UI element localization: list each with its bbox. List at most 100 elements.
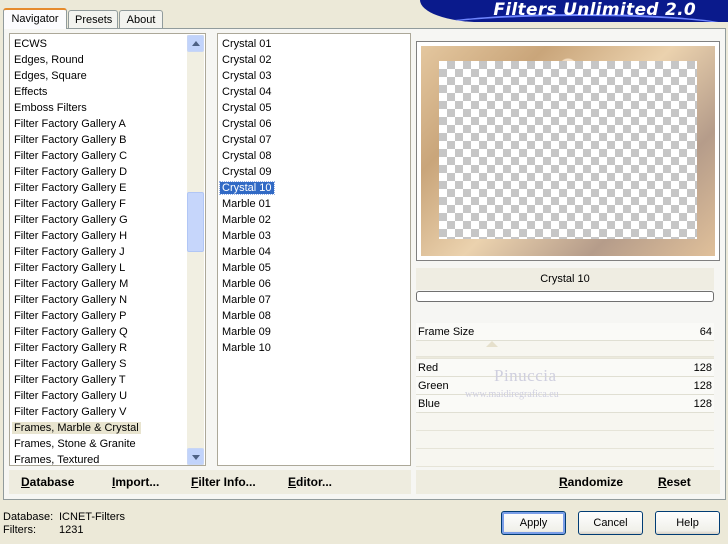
- watermark-name: Pinuccia: [494, 366, 557, 385]
- current-filter-name: Crystal 10: [416, 268, 714, 290]
- list-item[interactable]: Filter Factory Gallery F: [10, 196, 205, 212]
- list-item[interactable]: Filter Factory Gallery A: [10, 116, 205, 132]
- import-button[interactable]: Import...: [112, 475, 159, 489]
- list-item-label: Frames, Marble & Crystal: [12, 422, 141, 434]
- list-item[interactable]: Crystal 08: [218, 148, 410, 164]
- list-item-label: Filter Factory Gallery T: [14, 374, 126, 386]
- transparency-checkerboard: [439, 61, 697, 239]
- list-item[interactable]: Filter Factory Gallery Q: [10, 324, 205, 340]
- list-item[interactable]: Filter Factory Gallery D: [10, 164, 205, 180]
- apply-button[interactable]: Apply: [501, 511, 566, 535]
- list-item-label: Filter Factory Gallery S: [14, 358, 127, 370]
- list-item[interactable]: Emboss Filters: [10, 100, 205, 116]
- cancel-button[interactable]: Cancel: [578, 511, 643, 535]
- progress-bar: [416, 291, 714, 302]
- list-item[interactable]: Frames, Textured: [10, 452, 205, 465]
- preview-panel: [416, 41, 720, 261]
- list-item[interactable]: Filter Factory Gallery G: [10, 212, 205, 228]
- list-item[interactable]: Marble 06: [218, 276, 410, 292]
- scroll-down-button[interactable]: [187, 448, 204, 465]
- list-item[interactable]: Filter Factory Gallery S: [10, 356, 205, 372]
- list-item[interactable]: Marble 08: [218, 308, 410, 324]
- list-item[interactable]: Filter Factory Gallery H: [10, 228, 205, 244]
- list-item-label: Marble 10: [222, 342, 271, 354]
- randomize-button[interactable]: Randomize: [559, 475, 623, 489]
- app-title: Filters Unlimited 2.0: [493, 0, 696, 20]
- frame-size-slider[interactable]: [416, 341, 714, 357]
- slider-thumb[interactable]: [486, 341, 498, 347]
- list-item[interactable]: Marble 07: [218, 292, 410, 308]
- list-item[interactable]: Marble 04: [218, 244, 410, 260]
- tab-presets[interactable]: Presets: [68, 10, 118, 28]
- list-item[interactable]: Frames, Stone & Granite: [10, 436, 205, 452]
- list-item-label: ECWS: [14, 38, 47, 50]
- list-item-label: Crystal 05: [222, 102, 272, 114]
- list-item[interactable]: Filter Factory Gallery T: [10, 372, 205, 388]
- list-item[interactable]: Crystal 05: [218, 100, 410, 116]
- list-item-label: Marble 07: [222, 294, 271, 306]
- tab-about[interactable]: About: [119, 10, 163, 28]
- param-green: Green 128: [416, 377, 714, 395]
- category-list[interactable]: ECWS Edges, Round Edges, Square Effects Embo…: [9, 33, 206, 466]
- list-item[interactable]: Marble 05: [218, 260, 410, 276]
- list-item[interactable]: Effects: [10, 84, 205, 100]
- list-item[interactable]: Edges, Round: [10, 52, 205, 68]
- list-item-label: Filter Factory Gallery C: [14, 150, 128, 162]
- list-item-label: Marble 08: [222, 310, 271, 322]
- list-item-label: Filter Factory Gallery P: [14, 310, 127, 322]
- status-database-label: Database:: [3, 511, 54, 523]
- list-item[interactable]: Filter Factory Gallery V: [10, 404, 205, 420]
- list-item-label: Crystal 01: [222, 38, 272, 50]
- list-item[interactable]: Filter Factory Gallery L: [10, 260, 205, 276]
- list-item-label: Crystal 09: [222, 166, 272, 178]
- scroll-up-button[interactable]: [187, 35, 204, 52]
- list-item[interactable]: Crystal 06: [218, 116, 410, 132]
- status-database-value: ICNET-Filters: [59, 511, 125, 523]
- empty-param-row: [416, 431, 714, 449]
- database-button[interactable]: Database: [21, 475, 74, 489]
- tab-navigator[interactable]: Navigator: [3, 8, 67, 29]
- list-item[interactable]: Filter Factory Gallery C: [10, 148, 205, 164]
- list-item-label: Filter Factory Gallery A: [14, 118, 126, 130]
- list-item[interactable]: Crystal 03: [218, 68, 410, 84]
- list-item[interactable]: Crystal 02: [218, 52, 410, 68]
- list-item-label: Marble 04: [222, 246, 271, 258]
- list-item[interactable]: Marble 03: [218, 228, 410, 244]
- list-item[interactable]: Edges, Square: [10, 68, 205, 84]
- status-filters-label: Filters:: [3, 524, 36, 536]
- filter-list[interactable]: Crystal 01 Crystal 02 Crystal 03 Crystal 04…: [217, 33, 411, 466]
- list-item-label: Crystal 10: [219, 181, 275, 195]
- help-button[interactable]: Help: [655, 511, 720, 535]
- list-item[interactable]: Crystal 01: [218, 36, 410, 52]
- list-item[interactable]: Marble 01: [218, 196, 410, 212]
- category-scrollbar[interactable]: [187, 35, 204, 465]
- list-item[interactable]: Filter Factory Gallery P: [10, 308, 205, 324]
- list-item[interactable]: Marble 10: [218, 340, 410, 356]
- list-item-label: Marble 02: [222, 214, 271, 226]
- reset-button[interactable]: Reset: [658, 475, 691, 489]
- list-item[interactable]: Filter Factory Gallery U: [10, 388, 205, 404]
- list-item[interactable]: Crystal 09: [218, 164, 410, 180]
- filter-info-button[interactable]: Filter Info...: [191, 475, 256, 489]
- list-item[interactable]: Filter Factory Gallery E: [10, 180, 205, 196]
- editor-button[interactable]: Editor...: [288, 475, 332, 489]
- list-item[interactable]: Marble 02: [218, 212, 410, 228]
- list-item[interactable]: ECWS: [10, 36, 205, 52]
- list-item[interactable]: Filter Factory Gallery N: [10, 292, 205, 308]
- chevron-up-icon: [192, 41, 200, 46]
- empty-param-row: [416, 413, 714, 431]
- list-item[interactable]: Filter Factory Gallery M: [10, 276, 205, 292]
- list-item[interactable]: Frames, Marble & Crystal: [10, 420, 205, 436]
- list-item[interactable]: Crystal 10: [218, 180, 410, 196]
- scroll-thumb[interactable]: [187, 192, 204, 252]
- list-item[interactable]: Filter Factory Gallery B: [10, 132, 205, 148]
- list-item[interactable]: Filter Factory Gallery J: [10, 244, 205, 260]
- list-item[interactable]: Crystal 04: [218, 84, 410, 100]
- list-item-label: Marble 06: [222, 278, 271, 290]
- list-item[interactable]: Filter Factory Gallery R: [10, 340, 205, 356]
- chevron-down-icon: [192, 455, 200, 460]
- list-item[interactable]: Marble 09: [218, 324, 410, 340]
- list-item[interactable]: Crystal 07: [218, 132, 410, 148]
- list-item-label: Filter Factory Gallery L: [14, 262, 126, 274]
- list-item-label: Crystal 08: [222, 150, 272, 162]
